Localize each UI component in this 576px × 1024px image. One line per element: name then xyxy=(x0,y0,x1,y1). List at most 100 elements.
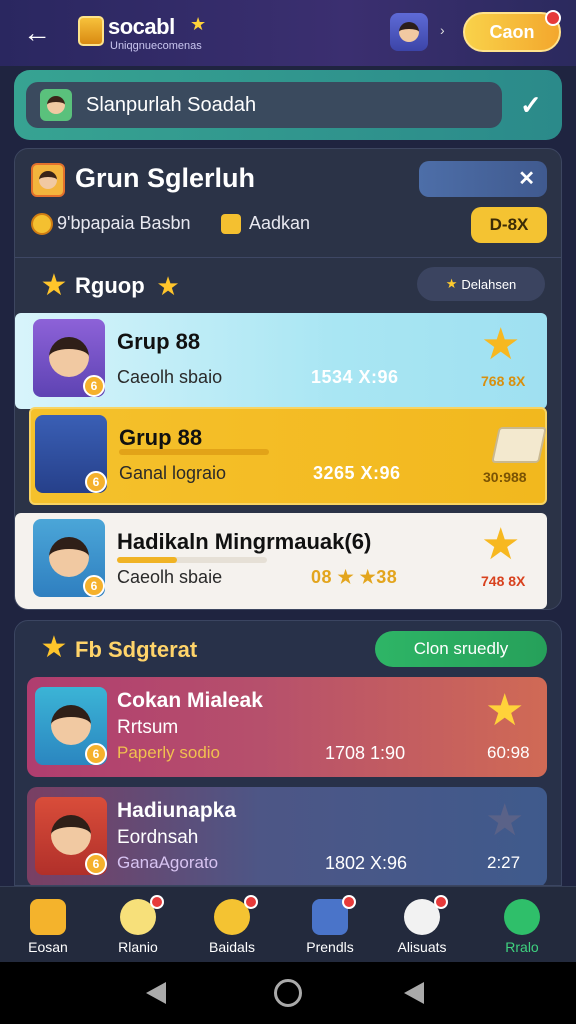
app-logo xyxy=(78,16,104,46)
star-icon: ★ xyxy=(485,686,525,735)
app-header: ← socabl ★ Uniqgnuecomenas › Caon xyxy=(0,0,576,66)
item-line2: Rrtsum xyxy=(117,717,179,738)
section-title: Fb Sdgterat xyxy=(75,637,198,662)
nav-item-rralo[interactable]: Rralo xyxy=(474,887,570,963)
sort-button-label: Delahsen xyxy=(461,276,517,292)
notification-dot xyxy=(545,10,561,26)
item-subtitle: Caeolh sbaio xyxy=(117,367,223,387)
back-button[interactable]: ← xyxy=(20,16,54,50)
item-name: Hadiunapka xyxy=(117,799,237,822)
item-subtitle: GanaAgorato xyxy=(117,853,219,872)
nav-item-rlanio[interactable]: Rlanio xyxy=(90,887,186,963)
list-item[interactable]: 6 Grup 88 Caeolh sbaio 1534 X:96 ★ 768 8… xyxy=(15,313,547,409)
nav-item-home[interactable]: Eosan xyxy=(0,887,96,963)
home-icon xyxy=(30,899,66,935)
system-home-icon[interactable] xyxy=(274,979,302,1007)
star-badge-icon: ★ xyxy=(40,269,68,302)
avatar: 6 xyxy=(35,687,107,765)
list-item[interactable]: 6 Hadiunapka Eordnsah GanaAgorato 1802 X… xyxy=(27,787,547,885)
notification-dot xyxy=(434,895,448,909)
coin-icon xyxy=(31,213,53,235)
item-name: Grup 88 xyxy=(117,329,201,354)
group-card: Grun Sglerluh ✕ 9'bpapaia Basbn Aadkan D… xyxy=(14,148,562,610)
avatar: 6 xyxy=(35,797,107,875)
app-subtitle: Uniqgnuecomenas xyxy=(110,40,202,52)
featured-card: ★ Fb Sdgterat Clon sruedly 6 Cokan Miale… xyxy=(14,620,562,886)
arrow-left-icon: ← xyxy=(23,17,51,48)
item-name: Hadikaln Mingrmauak(6) xyxy=(117,529,372,554)
coin-button-label: Caon xyxy=(489,21,535,42)
list-item[interactable]: 6 Hadikaln Mingrmauak(6) Caeolh sbaie 08… xyxy=(15,513,547,609)
section-title: Rguop xyxy=(75,273,145,298)
list-item[interactable]: 6 Grup 88 Ganal lograio 3265 X:96 30:988 xyxy=(29,407,547,505)
item-stat: 1802 X:96 xyxy=(325,853,408,873)
box-icon xyxy=(221,214,241,234)
item-subtitle: Ganal lograio xyxy=(119,463,227,483)
star-icon: ★ xyxy=(485,796,525,845)
chevron-right-icon[interactable]: › xyxy=(440,22,445,38)
item-score: 768 8X xyxy=(481,373,526,389)
group-sub-label-2: Aadkan xyxy=(249,213,311,233)
progress-bar xyxy=(119,449,269,455)
app-title: socabl xyxy=(108,14,175,39)
search-card: Slanpurlah Soadah ✓ xyxy=(14,70,562,140)
avatar: 6 xyxy=(33,519,105,597)
search-input[interactable]: Slanpurlah Soadah xyxy=(26,82,502,128)
item-stat: 3265 X:96 xyxy=(313,463,401,483)
group-sub-label: 9'bpapaia Basbn xyxy=(57,213,191,233)
system-back-icon[interactable] xyxy=(146,982,166,1004)
featured-button[interactable]: Clon sruedly xyxy=(375,631,547,667)
item-score: 748 8X xyxy=(481,573,526,589)
search-avatar-icon xyxy=(40,89,72,121)
star-badge-icon: ★ xyxy=(40,631,68,664)
close-button[interactable]: ✕ xyxy=(419,161,547,197)
nav-item-baidals[interactable]: Baidals xyxy=(184,887,280,963)
star-icon: ★ xyxy=(156,271,180,301)
item-stat: 08 ★ ★38 xyxy=(311,567,398,587)
nav-item-prendls[interactable]: Prendls xyxy=(282,887,378,963)
item-score: 30:988 xyxy=(483,469,527,485)
item-name: Grup 88 xyxy=(119,425,203,450)
item-line2: Eordnsah xyxy=(117,827,199,848)
star-icon: ★ xyxy=(481,320,521,369)
item-score: 60:98 xyxy=(487,743,530,762)
notification-dot xyxy=(150,895,164,909)
progress-bar xyxy=(117,557,267,563)
item-subtitle: Caeolh sbaie xyxy=(117,567,223,587)
nav-label: Eosan xyxy=(28,939,68,955)
nav-item-alisuats[interactable]: Alisuats xyxy=(374,887,470,963)
item-stat: 1534 X:96 xyxy=(311,367,399,387)
system-nav-bar xyxy=(0,962,576,1024)
star-icon: ★ xyxy=(190,14,207,34)
nav-label: Rlanio xyxy=(118,939,158,955)
group-avatar xyxy=(31,163,65,197)
book-icon xyxy=(491,427,547,463)
item-subtitle: Paperly sodio xyxy=(117,743,221,762)
sort-button[interactable]: ★ Delahsen xyxy=(417,267,545,301)
notification-dot xyxy=(244,895,258,909)
item-stat: 1708 1:90 xyxy=(325,743,406,763)
avatar: 6 xyxy=(33,319,105,397)
divider xyxy=(15,257,561,258)
nav-label: Prendls xyxy=(306,939,354,955)
group-chip[interactable]: D-8X xyxy=(471,207,547,243)
nav-label: Baidals xyxy=(209,939,255,955)
item-name: Cokan Mialeak xyxy=(117,689,263,712)
notification-dot xyxy=(342,895,356,909)
nav-label: Rralo xyxy=(505,939,539,955)
close-icon: ✕ xyxy=(518,168,535,190)
profile-icon xyxy=(504,899,540,935)
bottom-nav: Eosan Rlanio Baidals Prendls Alisuats Rr… xyxy=(0,886,576,962)
featured-button-label: Clon sruedly xyxy=(413,639,509,658)
item-score: 2:27 xyxy=(487,853,521,872)
star-icon: ★ xyxy=(481,520,521,569)
group-title: Grun Sglerluh xyxy=(75,163,256,193)
list-item[interactable]: 6 Cokan Mialeak Rrtsum Paperly sodio 170… xyxy=(27,677,547,777)
book-stack-icon: 6 xyxy=(35,415,107,493)
system-recent-icon[interactable] xyxy=(404,982,424,1004)
nav-label: Alisuats xyxy=(397,939,447,955)
check-icon[interactable]: ✓ xyxy=(520,90,542,121)
star-icon: ★ xyxy=(445,276,458,291)
user-avatar[interactable] xyxy=(390,13,428,51)
search-input-value: Slanpurlah Soadah xyxy=(86,93,257,116)
